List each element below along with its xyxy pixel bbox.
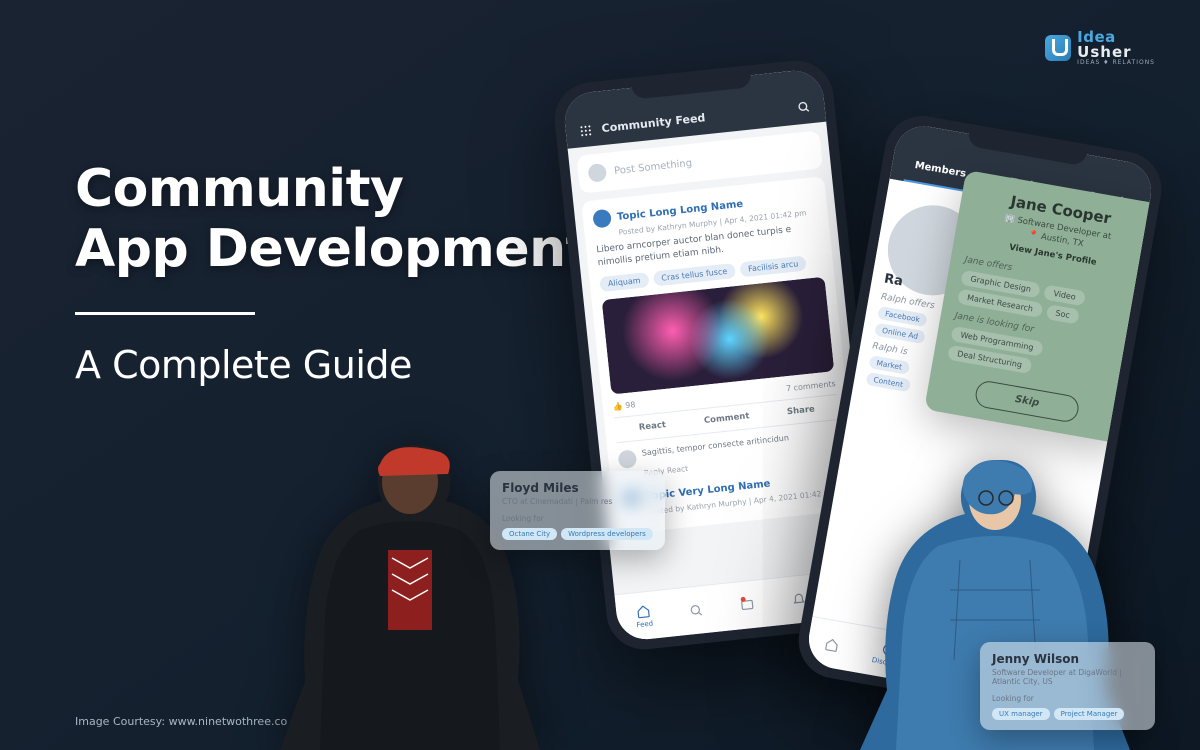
logo-tagline: IDEAS ♦ RELATIONS — [1077, 60, 1155, 66]
feed-header-title: Community Feed — [601, 111, 706, 135]
chip[interactable]: Content — [866, 372, 911, 392]
tab-activity[interactable] — [740, 597, 755, 612]
hero-block: CommunityApp Development A Complete Guid… — [75, 160, 590, 387]
home-icon — [824, 636, 840, 652]
skip-button[interactable]: Skip — [974, 379, 1080, 424]
logo-line2: Usher — [1077, 45, 1155, 60]
logo-mark-icon — [1045, 35, 1071, 61]
post-tag[interactable]: Cras tellus fusce — [653, 263, 736, 287]
like-count[interactable]: 👍 98 — [612, 400, 636, 411]
grid-icon[interactable] — [579, 124, 592, 137]
chip[interactable]: Octane City — [502, 528, 557, 540]
avatar-icon — [618, 450, 638, 470]
hero-divider — [75, 312, 255, 315]
post-tag[interactable]: Facilisis arcu — [739, 256, 807, 278]
react-button[interactable]: React — [614, 411, 691, 443]
hero-title-line2: App Development — [75, 219, 590, 279]
tab-search[interactable] — [689, 603, 704, 618]
chip[interactable]: Project Manager — [1054, 708, 1125, 720]
logo-text: Idea Usher IDEAS ♦ RELATIONS — [1077, 30, 1155, 66]
card-role: Software Developer at DigaWorld | Atlant… — [992, 668, 1143, 686]
person-photo-left — [280, 420, 540, 750]
search-icon[interactable] — [797, 100, 811, 114]
profile-card-jenny[interactable]: Jenny Wilson Software Developer at DigaW… — [980, 642, 1155, 730]
profile-card-floyd[interactable]: Floyd Miles CTO at Cinemadati | Palm res… — [490, 471, 665, 550]
post-image[interactable] — [602, 277, 835, 395]
card-name: Floyd Miles — [502, 481, 653, 495]
card-looking-label: Looking for — [502, 514, 653, 523]
hero-subtitle: A Complete Guide — [75, 343, 590, 387]
chip[interactable]: Wordpress developers — [561, 528, 653, 540]
avatar-icon — [587, 163, 607, 183]
image-credit: Image Courtesy: www.ninetwothree.co — [75, 715, 287, 728]
tab-label: Feed — [636, 619, 653, 629]
hero-title-line1: Community — [75, 159, 403, 219]
compose-placeholder: Post Something — [614, 157, 693, 176]
chip[interactable]: Video — [1043, 284, 1085, 306]
chip[interactable]: UX manager — [992, 708, 1050, 720]
search-icon — [689, 603, 704, 618]
tab-feed[interactable]: Feed — [634, 603, 653, 629]
hero-title: CommunityApp Development — [75, 160, 590, 280]
home-icon — [636, 603, 651, 618]
profile-overlay-card: Jane Cooper 🏢 Software Developer at 📍 Au… — [924, 170, 1156, 444]
card-looking-label: Looking for — [992, 694, 1143, 703]
share-button[interactable]: Share — [763, 395, 840, 427]
chip[interactable]: Market — [868, 355, 909, 375]
card-name: Jenny Wilson — [992, 652, 1143, 666]
chip[interactable]: Soc — [1045, 304, 1079, 324]
badge-dot-icon — [741, 596, 746, 601]
brand-logo: Idea Usher IDEAS ♦ RELATIONS — [1045, 30, 1155, 66]
card-role: CTO at Cinemadati | Palm res — [502, 497, 653, 506]
tab-home[interactable] — [824, 636, 840, 652]
comment-button[interactable]: Comment — [688, 403, 765, 435]
post-tag[interactable]: Aliquam — [599, 272, 649, 292]
comment-count[interactable]: 7 comments — [786, 379, 836, 393]
